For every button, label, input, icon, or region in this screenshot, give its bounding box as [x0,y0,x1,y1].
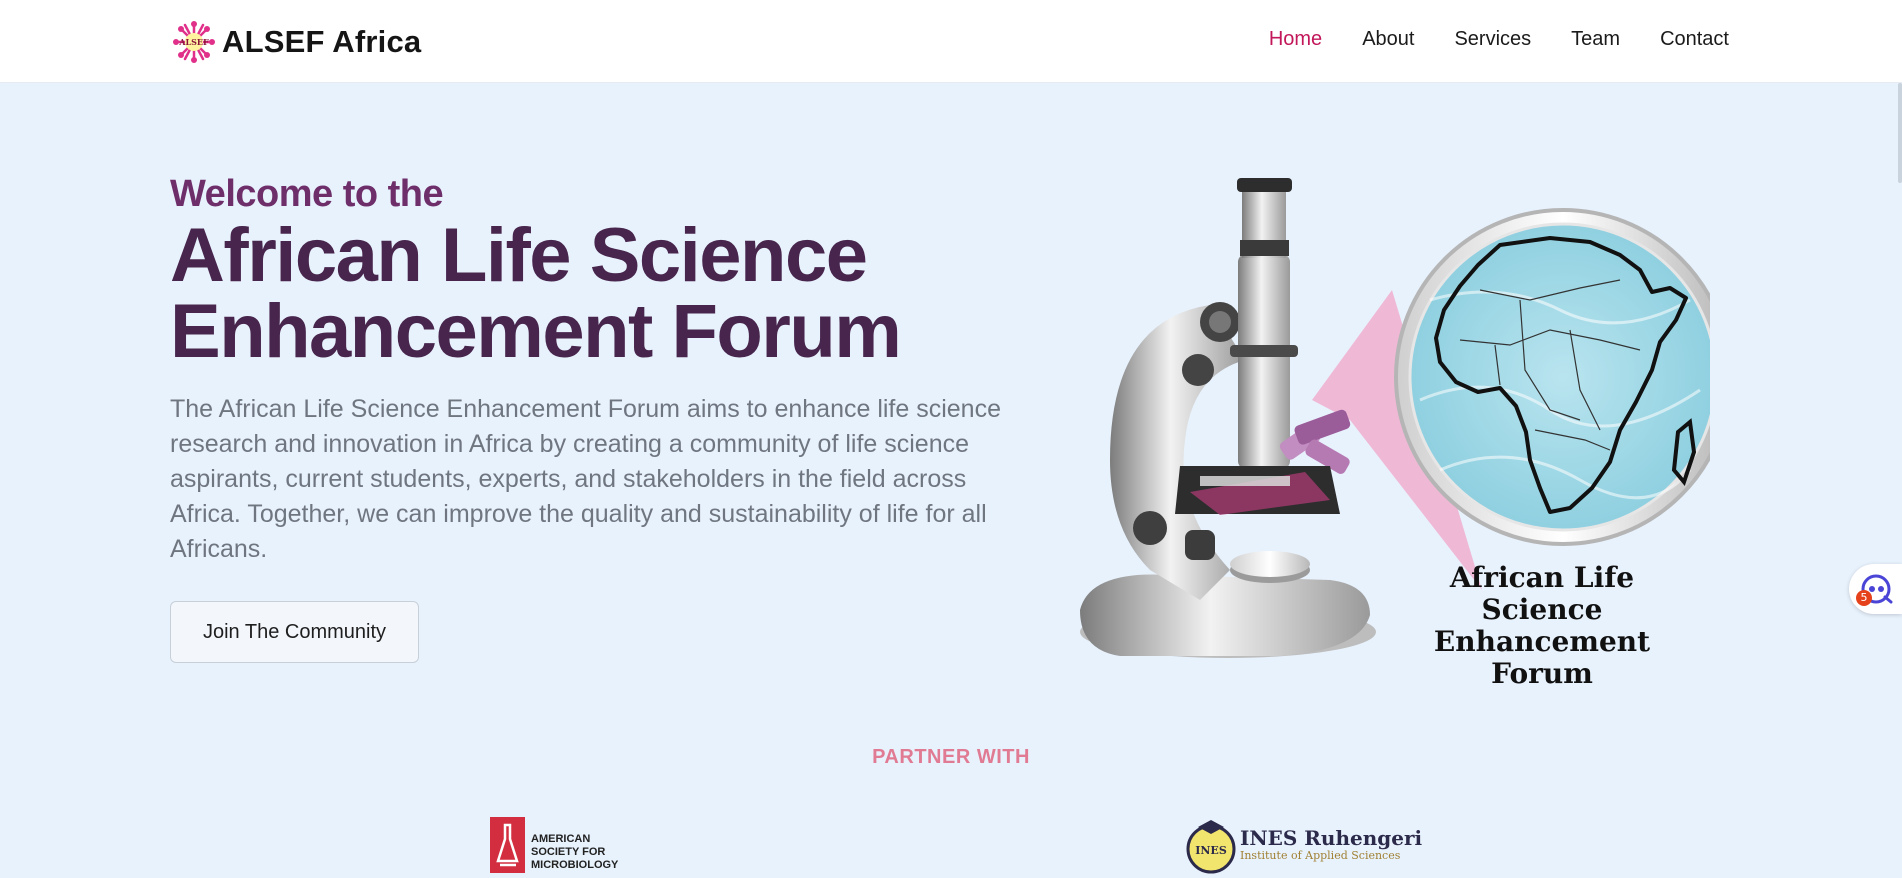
partner-heading: PARTNER WITH [872,746,1030,768]
ines-subtitle: Institute of Applied Sciences [1240,849,1401,862]
partner-ines-logo[interactable]: INES INES Ruhengeri Institute of Applied… [1186,815,1422,875]
illustration-caption: African Life Science Enhancement Forum [1392,562,1692,690]
svg-text:ALSEF: ALSEF [178,37,209,47]
caption-line1: African Life Science [1449,561,1635,626]
notification-badge: 5 [1856,590,1872,606]
eyepiece [1237,178,1292,192]
hero-title-line1: African Life Science [170,213,868,298]
magnifier-lens [1408,222,1710,532]
microscope-base [1080,574,1370,656]
asm-flask-icon [490,817,525,873]
ines-name: INES Ruhengeri [1240,826,1423,850]
hero-title: African Life Science Enhancement Forum [170,218,1020,370]
asm-name: AMERICAN SOCIETY FOR MICROBIOLOGY [531,833,619,871]
scrollbar-thumb[interactable] [1898,83,1902,183]
hero-welcome: Welcome to the [170,173,444,215]
nav-team[interactable]: Team [1571,28,1620,51]
nav-services[interactable]: Services [1454,28,1531,51]
join-community-button[interactable]: Join The Community [170,601,419,663]
alsef-logo-icon: ALSEF [173,21,215,63]
microscope-arm [1110,305,1245,600]
nav-about[interactable]: About [1362,28,1414,51]
assistant-widget[interactable] [1849,564,1902,614]
hero-text: Welcome to the African Life Science Enha… [170,172,1020,567]
hero-description: The African Life Science Enhancement For… [170,395,1001,563]
nav-contact[interactable]: Contact [1660,28,1729,51]
nav-home[interactable]: Home [1269,28,1322,51]
brand-name[interactable]: ALSEF Africa [222,24,421,60]
microscope-tube [1238,254,1290,469]
navbar: ALSEF ALSEF Africa Home About Services T… [0,0,1902,83]
hero-title-line2: Enhancement Forum [170,289,902,374]
ines-seal-icon: INES [1186,820,1236,874]
brand[interactable]: ALSEF ALSEF Africa [172,20,421,64]
ines-text: INES Ruhengeri Institute of Applied Scie… [1240,827,1422,863]
svg-text:INES: INES [1195,844,1227,857]
main-nav: Home About Services Team Contact [1269,28,1729,51]
assistant-icon [1861,574,1893,604]
partner-asm-logo[interactable]: AMERICAN SOCIETY FOR MICROBIOLOGY [490,817,618,873]
caption-line2: Enhancement Forum [1433,625,1651,690]
